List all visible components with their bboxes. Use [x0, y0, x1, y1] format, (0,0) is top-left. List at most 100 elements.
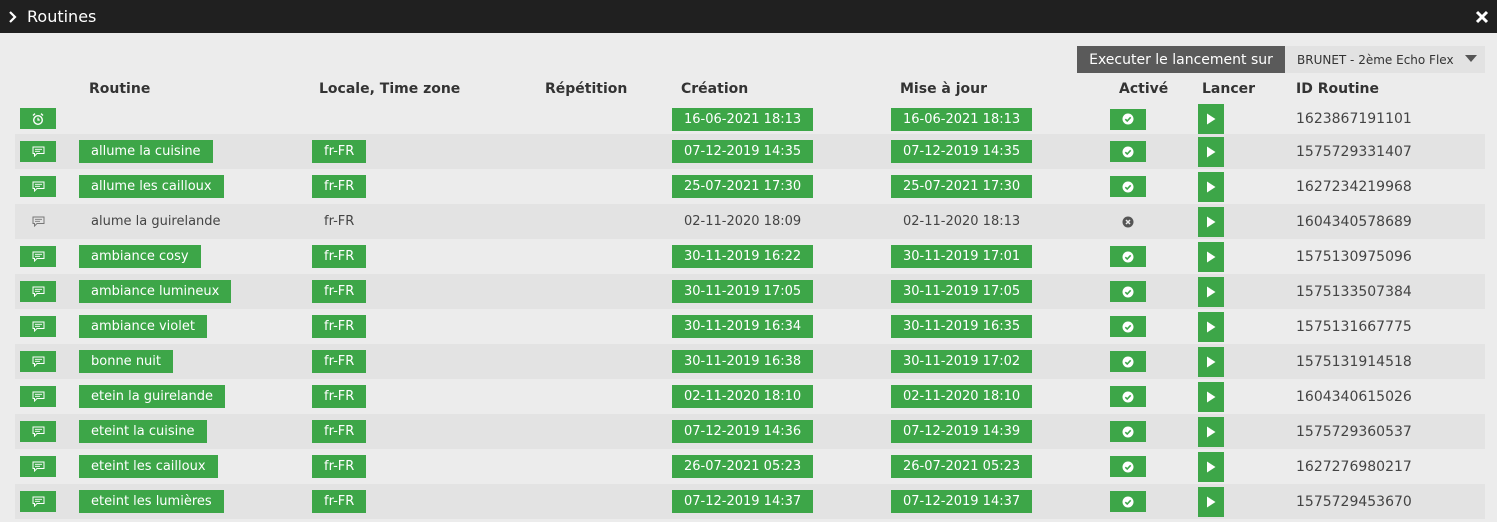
launch-cell	[1198, 239, 1292, 274]
created-date: 25-07-2021 17:30	[672, 175, 814, 198]
created-cell: 16-06-2021 18:13	[672, 104, 891, 134]
voice-command-icon[interactable]	[20, 141, 56, 162]
routine-id: 1575729331407	[1292, 134, 1485, 169]
play-icon[interactable]	[1198, 311, 1224, 342]
type-cell	[15, 274, 79, 309]
voice-command-icon[interactable]	[20, 421, 56, 442]
enabled-check-icon[interactable]	[1110, 141, 1146, 162]
routine-name[interactable]: eteint les cailloux	[79, 455, 218, 478]
play-icon[interactable]	[1198, 451, 1224, 482]
table-row[interactable]: ambiance lumineux fr-FR 30-11-2019 17:05 30…	[15, 274, 1485, 309]
created-date: 02-11-2020 18:10	[672, 385, 814, 408]
enabled-check-icon[interactable]	[1110, 351, 1146, 372]
voice-command-icon[interactable]	[20, 211, 56, 232]
table-row[interactable]: ambiance violet fr-FR 30-11-2019 16:34 30-1…	[15, 309, 1485, 344]
alarm-clock-icon[interactable]	[20, 108, 56, 130]
repeat-cell	[535, 379, 672, 414]
created-date: 26-07-2021 05:23	[672, 455, 814, 478]
locale-cell: fr-FR	[309, 204, 535, 239]
routine-name[interactable]: ambiance cosy	[79, 245, 201, 268]
routine-name[interactable]: ambiance lumineux	[79, 280, 232, 303]
enabled-check-icon[interactable]	[1110, 421, 1146, 442]
voice-command-icon[interactable]	[20, 281, 56, 302]
routine-name[interactable]: alume la guirelande	[79, 214, 233, 229]
type-cell	[15, 204, 79, 239]
table-row[interactable]: bonne nuit fr-FR 30-11-2019 16:38 30-11-201…	[15, 344, 1485, 379]
chevron-right-icon[interactable]	[8, 10, 20, 23]
routine-name[interactable]: allume les cailloux	[79, 175, 224, 198]
created-cell: 02-11-2020 18:09	[672, 204, 891, 239]
disabled-x-icon[interactable]	[1110, 211, 1146, 232]
play-icon[interactable]	[1198, 206, 1224, 237]
voice-command-icon[interactable]	[20, 316, 56, 337]
voice-command-icon[interactable]	[20, 456, 56, 477]
enabled-cell	[1110, 344, 1198, 379]
updated-date: 26-07-2021 05:23	[891, 455, 1033, 478]
enabled-cell	[1110, 169, 1198, 204]
enabled-check-icon[interactable]	[1110, 176, 1146, 197]
enabled-check-icon[interactable]	[1110, 316, 1146, 337]
col-updated[interactable]: Mise à jour	[891, 74, 1110, 104]
routine-name[interactable]: eteint les lumières	[79, 490, 224, 513]
routine-name[interactable]: bonne nuit	[79, 350, 174, 373]
play-icon[interactable]	[1198, 171, 1224, 202]
play-icon[interactable]	[1198, 276, 1224, 307]
locale-cell: fr-FR	[309, 239, 535, 274]
enabled-check-icon[interactable]	[1110, 456, 1146, 477]
updated-cell: 30-11-2019 17:02	[891, 344, 1110, 379]
voice-command-icon[interactable]	[20, 246, 56, 267]
execute-button[interactable]: Executer le lancement sur	[1077, 46, 1285, 73]
routine-name[interactable]: ambiance violet	[79, 315, 207, 338]
voice-command-icon[interactable]	[20, 491, 56, 512]
play-icon[interactable]	[1198, 136, 1224, 167]
play-icon[interactable]	[1198, 381, 1224, 412]
play-icon[interactable]	[1198, 241, 1224, 272]
play-icon[interactable]	[1198, 486, 1224, 517]
table-row[interactable]: eteint les cailloux fr-FR 26-07-2021 05:23…	[15, 449, 1485, 484]
routine-id: 1575729453670	[1292, 484, 1485, 519]
table-row[interactable]: 16-06-2021 18:13 16-06-2021 18:13 16238671…	[15, 104, 1485, 134]
locale-cell: fr-FR	[309, 449, 535, 484]
enabled-check-icon[interactable]	[1110, 386, 1146, 407]
col-repeat[interactable]: Répétition	[535, 74, 672, 104]
table-row[interactable]: alume la guirelande fr-FR 02-11-2020 18:09…	[15, 204, 1485, 239]
created-cell: 26-07-2021 05:23	[672, 449, 891, 484]
col-enabled[interactable]: Activé	[1110, 74, 1198, 104]
enabled-check-icon[interactable]	[1110, 491, 1146, 512]
enabled-check-icon[interactable]	[1110, 108, 1146, 130]
col-routine[interactable]: Routine	[79, 74, 309, 104]
col-locale[interactable]: Locale, Time zone	[309, 74, 535, 104]
enabled-check-icon[interactable]	[1110, 246, 1146, 267]
table-row[interactable]: eteint les lumières fr-FR 07-12-2019 14:37…	[15, 484, 1485, 519]
locale-cell: fr-FR	[309, 414, 535, 449]
play-icon[interactable]	[1198, 104, 1224, 134]
launch-cell	[1198, 104, 1292, 134]
launch-cell	[1198, 379, 1292, 414]
close-icon[interactable]	[1475, 9, 1489, 24]
created-cell: 02-11-2020 18:10	[672, 379, 891, 414]
routine-locale: fr-FR	[312, 385, 367, 408]
device-select[interactable]: BRUNET - 2ème Echo Flex	[1285, 46, 1485, 73]
col-created[interactable]: Création	[672, 74, 891, 104]
table-row[interactable]: etein la guirelande fr-FR 02-11-2020 18:10…	[15, 379, 1485, 414]
table-row[interactable]: allume la cuisine fr-FR 07-12-2019 14:35 07…	[15, 134, 1485, 169]
enabled-check-icon[interactable]	[1110, 281, 1146, 302]
created-date: 30-11-2019 16:34	[672, 315, 814, 338]
col-id[interactable]: ID Routine	[1292, 74, 1485, 104]
voice-command-icon[interactable]	[20, 351, 56, 372]
table-row[interactable]: allume les cailloux fr-FR 25-07-2021 17:30…	[15, 169, 1485, 204]
routine-cell: eteint les cailloux	[79, 449, 309, 484]
caret-down-icon	[1465, 55, 1477, 62]
col-launch[interactable]: Lancer	[1198, 74, 1292, 104]
created-date: 30-11-2019 16:22	[672, 245, 814, 268]
routine-name[interactable]: etein la guirelande	[79, 385, 226, 408]
routine-name[interactable]: allume la cuisine	[79, 140, 213, 163]
play-icon[interactable]	[1198, 416, 1224, 447]
voice-command-icon[interactable]	[20, 176, 56, 197]
table-row[interactable]: ambiance cosy fr-FR 30-11-2019 16:22 30-11-…	[15, 239, 1485, 274]
routine-name[interactable]: eteint la cuisine	[79, 420, 207, 443]
play-icon[interactable]	[1198, 346, 1224, 377]
table-row[interactable]: eteint la cuisine fr-FR 07-12-2019 14:36 07…	[15, 414, 1485, 449]
locale-cell: fr-FR	[309, 344, 535, 379]
voice-command-icon[interactable]	[20, 386, 56, 407]
